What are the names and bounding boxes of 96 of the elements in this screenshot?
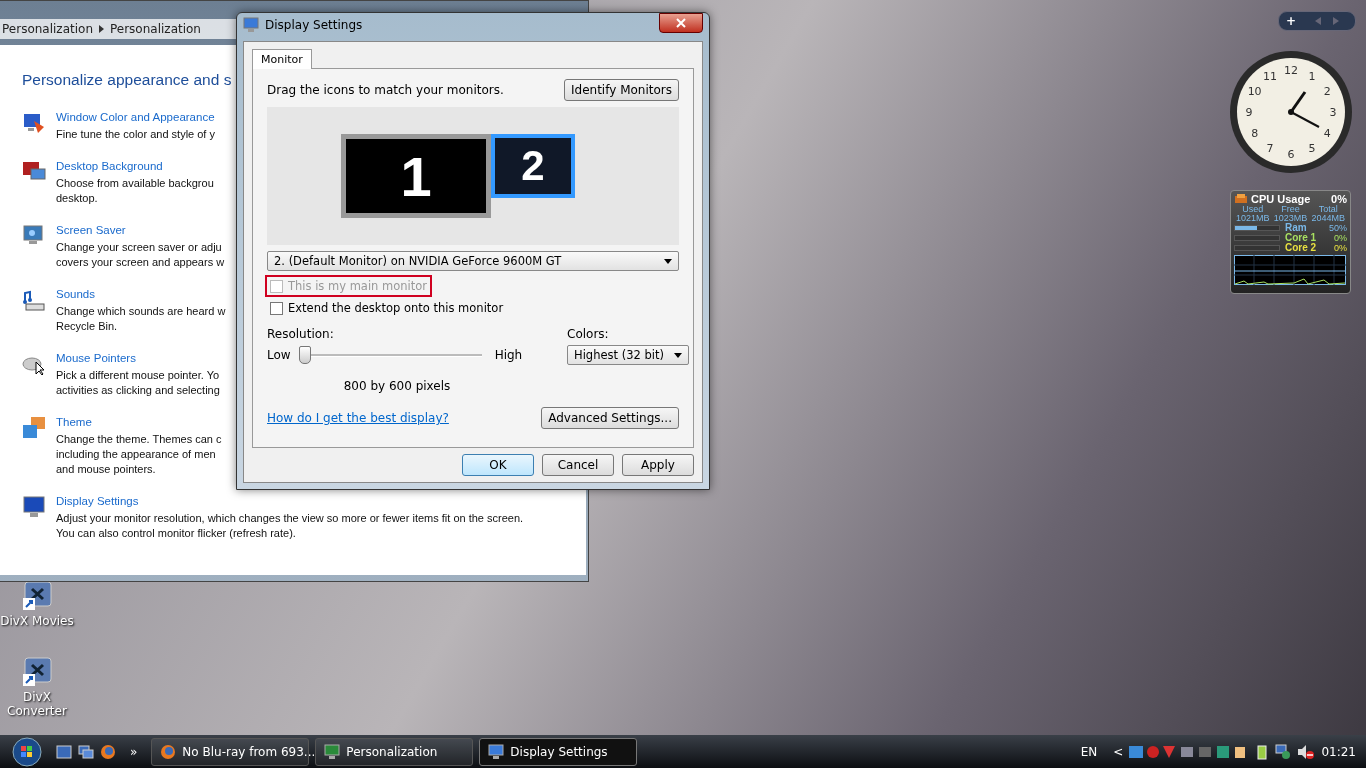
colors-label: Colors: (567, 327, 610, 341)
settings-description: Choose from available backgrou desktop. (56, 176, 214, 206)
breadcrumb-separator-icon (99, 25, 104, 33)
colors-dropdown[interactable]: Highest (32 bit) (567, 345, 689, 365)
dialog-button[interactable]: Cancel (542, 454, 614, 476)
globe-icon (160, 743, 177, 760)
tab[interactable]: Monitor (252, 49, 312, 69)
caret-icon (664, 258, 672, 264)
clock-numeral: 5 (1308, 142, 1316, 156)
settings-description: Adjust your monitor resolution, which changes the view so more or fewer items fit on the screen. You can also control monitor flicker (refresh rate). (56, 511, 524, 541)
settings-description: Change the theme. Themes can c including the appearance of men and mouse pointers. (56, 432, 222, 477)
meter-label: Core 2 (1285, 243, 1318, 253)
tray-expand-button[interactable]: < (1113, 744, 1124, 759)
add-gadget-button[interactable]: + (1279, 14, 1303, 28)
monitor-icon (488, 743, 505, 760)
clock-time[interactable]: 01:21 (1321, 744, 1356, 759)
close-button[interactable] (659, 13, 703, 33)
settings-description: Change your screen saver or adju covers your screen and appears w (56, 240, 225, 270)
low-label: Low (267, 348, 291, 362)
shortcut-icon[interactable] (21, 656, 53, 688)
dialog-button[interactable]: Apply (622, 454, 694, 476)
muted-speaker-icon[interactable] (1297, 743, 1316, 760)
clock-numeral: 11 (1263, 69, 1277, 83)
switch-windows-icon[interactable] (78, 744, 94, 759)
clock-numeral: 3 (1329, 106, 1337, 119)
clock-numeral: 12 (1284, 64, 1298, 77)
globe-icon (100, 743, 116, 760)
resolution-slider[interactable] (300, 346, 485, 364)
settings-link[interactable]: Desktop Background (56, 160, 163, 172)
settings-link[interactable]: Display Settings (56, 495, 139, 507)
memory-value: 1023MB (1272, 214, 1309, 223)
memory-header: Used (1241, 205, 1265, 214)
meter-reading: 0% (1334, 243, 1347, 253)
clock-numeral: 6 (1287, 148, 1295, 161)
breadcrumb-item[interactable]: Personalization (2, 22, 93, 36)
identify-monitors-button[interactable]: Identify Monitors (564, 79, 679, 101)
overflow-button[interactable]: » (130, 744, 138, 759)
settings-link[interactable]: Window Color and Appearance (56, 111, 215, 123)
monitor-icon (22, 495, 46, 519)
monitor-dropdown[interactable]: 2. (Default Monitor) on NVIDIA GeForce 9600M GT (267, 251, 679, 271)
meter-reading: 50% (1329, 223, 1347, 233)
dialog-button[interactable]: OK (462, 454, 534, 476)
settings-description: Fine tune the color and style of y (56, 127, 215, 142)
clock-hands-icon (1288, 91, 1320, 128)
clock-numeral: 10 (1247, 85, 1262, 98)
advanced-settings-button[interactable]: Advanced Settings... (541, 407, 679, 429)
window-color-icon (22, 111, 46, 135)
close-icon (676, 18, 686, 28)
theme-icon (22, 416, 46, 440)
settings-link[interactable]: Theme (56, 416, 92, 428)
monitor-icon (324, 743, 341, 760)
gadget-title: CPU Usage (1251, 193, 1311, 205)
memory-header: Total (1317, 205, 1339, 214)
clock-numeral: 7 (1266, 142, 1274, 156)
memory-value: 1021MB (1235, 214, 1271, 223)
show-desktop-icon[interactable] (56, 744, 72, 759)
taskbar-button[interactable]: Personalization (315, 737, 474, 766)
settings-description: Pick a different mouse pointer. Yo activities as clicking and selecting (56, 368, 220, 398)
shortcut-icon[interactable] (21, 580, 53, 612)
language-indicator[interactable]: EN (1080, 744, 1098, 759)
resolution-label: Resolution: (267, 327, 335, 341)
memory-value: 2044MB (1310, 214, 1346, 223)
start-button[interactable] (12, 736, 42, 767)
network-icon[interactable] (1275, 743, 1292, 760)
cpu-percent: 0% (1331, 193, 1347, 205)
usage-meter (1234, 245, 1280, 251)
taskbar-button[interactable]: Display Settings (479, 737, 638, 766)
settings-link[interactable]: Screen Saver (56, 224, 126, 236)
checkbox[interactable]: Extend the desktop onto this monitor (267, 299, 507, 317)
clock-numeral: 9 (1245, 106, 1253, 119)
caret-icon (674, 352, 682, 358)
meter-label: Ram (1285, 223, 1308, 233)
resolution-reading: 800 by 600 pixels (342, 379, 452, 393)
help-link[interactable]: How do I get the best display? (267, 411, 449, 425)
monitor-tile[interactable]: 1 (341, 134, 491, 218)
usage-meter (1234, 235, 1280, 241)
monitor-tile[interactable]: 2 (491, 134, 575, 198)
clock-numeral: 2 (1323, 85, 1331, 98)
high-label: High (494, 348, 523, 362)
breadcrumb-item[interactable]: Personalization (110, 22, 201, 36)
usage-meter (1234, 225, 1280, 231)
meter-reading: 0% (1334, 233, 1347, 243)
memory-header: Free (1281, 205, 1301, 214)
window-title: Display Settings (265, 18, 363, 32)
instruction-text: Drag the icons to match your monitors. (267, 83, 504, 97)
clock-numeral: 8 (1251, 127, 1259, 140)
monitor-icon (243, 17, 259, 33)
page-heading: Personalize appearance and s (22, 71, 232, 89)
clock-numeral: 1 (1308, 69, 1316, 83)
settings-link[interactable]: Sounds (56, 288, 95, 300)
clock-numeral: 4 (1323, 127, 1331, 140)
slider-thumb[interactable] (298, 345, 311, 364)
music-notes-icon (22, 288, 46, 312)
settings-description: Change which sounds are heard w Recycle Bin. (56, 304, 226, 334)
settings-link[interactable]: Mouse Pointers (56, 352, 136, 364)
meter-label: Core 1 (1285, 233, 1318, 243)
